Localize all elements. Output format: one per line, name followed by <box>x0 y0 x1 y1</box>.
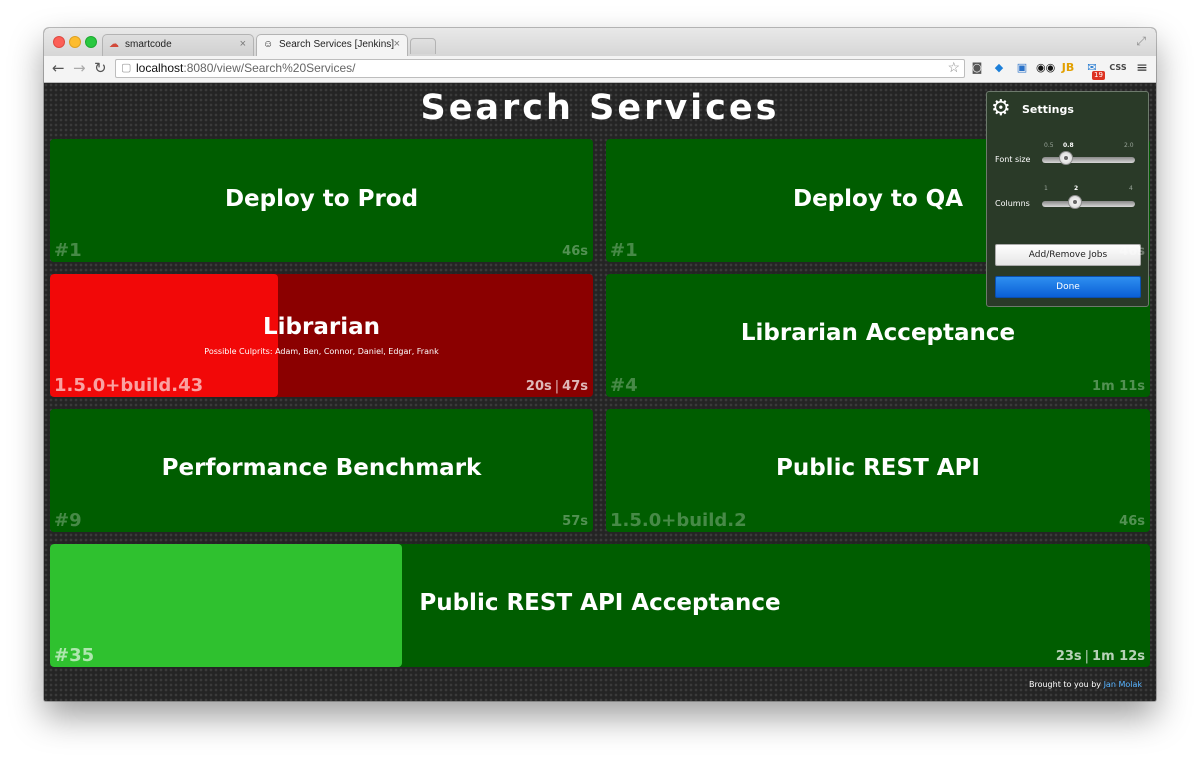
build-number[interactable]: #1 <box>54 240 82 261</box>
build-duration: 1m 11s <box>1092 379 1145 394</box>
font-size-current-tick: 0.8 <box>1063 142 1074 149</box>
build-duration: 23s | 1m 12s <box>1056 649 1145 664</box>
elapsed-time: 23s <box>1055 649 1082 664</box>
job-tile-public-rest-api[interactable]: Public REST API 1.5.0+build.2 46s <box>606 409 1150 532</box>
build-number[interactable]: 1.5.0+build.43 <box>54 375 203 396</box>
address-bar[interactable]: ▢ localhost:8080/view/Search%20Services/… <box>115 59 965 78</box>
job-name: Librarian <box>263 314 380 340</box>
done-button[interactable]: Done <box>995 276 1141 298</box>
font-size-max-tick: 2.0 <box>1124 142 1134 149</box>
back-arrow-icon[interactable]: ← <box>52 59 65 77</box>
page-icon: ▢ <box>121 62 132 74</box>
job-tile-public-rest-api-acceptance[interactable]: Public REST API Acceptance #35 23s | 1m 12… <box>50 544 1150 667</box>
address-path: :8080/view/Search%20Services/ <box>183 61 356 75</box>
job-tile-deploy-to-prod[interactable]: Deploy to Prod #1 46s <box>50 139 593 262</box>
tab-bar: ☁ smartcode × ☺ Search Services [Jenkins… <box>44 28 1156 56</box>
tab-label: smartcode <box>125 39 172 50</box>
estimated-time: 47s <box>562 379 588 394</box>
possible-culprits: Possible Culprits: Adam, Ben, Connor, Da… <box>204 347 439 356</box>
tab-smartcode[interactable]: ☁ smartcode × <box>102 34 254 56</box>
browser-toolbar: ← → ↻ ▢ localhost:8080/view/Search%20Ser… <box>44 56 1156 83</box>
duration-separator: | <box>554 379 560 394</box>
pocket-icon[interactable]: ◙ <box>969 60 985 76</box>
minimize-window-button[interactable] <box>69 36 81 48</box>
zoom-window-button[interactable] <box>85 36 97 48</box>
notification-badge: 19 <box>1092 71 1105 80</box>
bookmark-star-icon[interactable]: ☆ <box>947 59 960 76</box>
estimated-time: 1m 12s <box>1092 649 1145 664</box>
reload-icon[interactable]: ↻ <box>94 59 107 77</box>
footer-credit: Brought to you by Jan Molak <box>1029 680 1142 689</box>
build-monitor-page: Search Services Deploy to Prod #1 46s De… <box>44 83 1156 701</box>
build-duration: 46s <box>1119 244 1145 259</box>
job-tile-performance-benchmark[interactable]: Performance Benchmark #9 57s <box>50 409 593 532</box>
jenkins-favicon-icon: ☺ <box>263 39 274 50</box>
job-name: Performance Benchmark <box>161 455 482 481</box>
close-tab-icon[interactable]: × <box>394 38 400 50</box>
fullscreen-icon[interactable]: ⤢ <box>1136 34 1146 49</box>
job-name: Deploy to QA <box>793 186 963 212</box>
font-size-slider[interactable] <box>1042 151 1135 165</box>
blue-extension-icon[interactable]: ◆ <box>991 60 1007 76</box>
window-resizer-icon[interactable]: ▣ <box>1014 60 1030 76</box>
elapsed-time: 20s <box>525 379 552 394</box>
font-size-min-tick: 0.5 <box>1044 142 1054 149</box>
job-name: Librarian Acceptance <box>740 320 1016 346</box>
jetbrains-extension-icon[interactable]: JB <box>1060 60 1076 76</box>
footer-prefix: Brought to you by <box>1028 680 1102 689</box>
build-number[interactable]: #35 <box>54 645 94 666</box>
build-duration: 46s <box>562 244 588 259</box>
close-tab-icon[interactable]: × <box>240 38 246 50</box>
build-number[interactable]: #4 <box>610 375 638 396</box>
css-extension-icon[interactable]: CSS <box>1108 60 1128 76</box>
forward-arrow-icon[interactable]: → <box>73 59 86 77</box>
build-number[interactable]: #1 <box>610 240 638 261</box>
build-duration: 20s | 47s <box>526 379 588 394</box>
address-host: localhost <box>136 61 184 75</box>
smartcode-favicon-icon: ☁ <box>109 39 119 50</box>
gear-icon: ⚙ <box>991 96 1011 121</box>
build-number[interactable]: #9 <box>54 510 82 531</box>
build-number[interactable]: 1.5.0+build.2 <box>610 510 747 531</box>
settings-title: Settings <box>1022 103 1074 116</box>
menu-icon[interactable]: ≡ <box>1134 60 1150 76</box>
job-tile-librarian[interactable]: Librarian Possible Culprits: Adam, Ben, … <box>50 274 593 397</box>
duration-separator: | <box>1084 649 1090 664</box>
build-duration: 46s <box>1119 514 1145 529</box>
tab-jenkins[interactable]: ☺ Search Services [Jenkins] × <box>256 34 408 56</box>
job-name: Deploy to Prod <box>224 186 419 212</box>
author-link[interactable]: Jan Molak <box>1104 680 1142 689</box>
job-name: Public REST API <box>775 455 980 481</box>
tab-label: Search Services [Jenkins] <box>279 39 395 50</box>
incognito-glasses-icon[interactable]: ◉◉ <box>1036 60 1055 76</box>
close-window-button[interactable] <box>53 36 65 48</box>
job-name: Public REST API Acceptance <box>419 590 781 616</box>
build-duration: 57s <box>562 514 588 529</box>
new-tab-button[interactable] <box>410 38 436 54</box>
browser-window: ☁ smartcode × ☺ Search Services [Jenkins… <box>44 28 1156 701</box>
slider-handle[interactable] <box>1059 151 1073 165</box>
font-size-label: Font size <box>995 155 1031 164</box>
